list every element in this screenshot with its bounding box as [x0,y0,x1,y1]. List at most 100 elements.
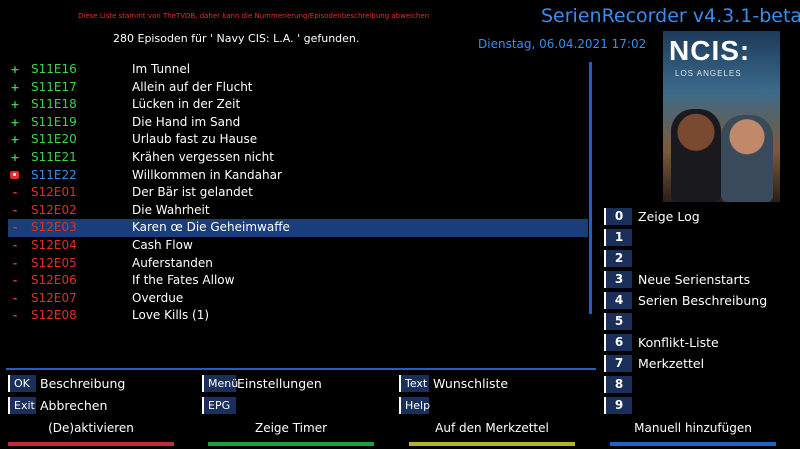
missing-marker-icon: - [12,291,18,305]
episode-code: S11E16 [31,62,77,76]
abbrechen-label: Abbrechen [40,398,108,413]
help-key-button[interactable]: Help [399,397,430,414]
episode-code: S12E01 [31,185,77,200]
recorded-marker-icon: + [10,133,20,147]
blue-button-bar [610,442,776,446]
episode-title: If the Fates Allow [132,273,235,288]
episode-code: S12E03 [31,220,77,235]
key-8-button[interactable]: 8 [604,376,632,393]
episode-title: Cash Flow [132,238,193,252]
episode-list[interactable]: + S11E16 Im Tunnel + S11E17 Allein auf d… [8,60,588,330]
footer-divider [6,368,596,370]
episode-code: S11E22 [31,167,77,182]
episode-title: Allein auf der Flucht [132,79,253,94]
poster-subtitle: LOS ANGELES [675,69,742,78]
episode-code: S12E06 [31,273,77,288]
episode-row[interactable]: - S12E01 Der Bär ist gelandet [8,184,588,202]
episode-row[interactable]: + S11E18 Lücken in der Zeit [8,96,588,114]
key-9-button[interactable]: 9 [604,397,632,414]
episode-title: Krähen vergessen nicht [132,150,274,164]
blue-button[interactable]: Manuell hinzufügen [610,420,776,436]
episode-title: Der Bär ist gelandet [132,185,253,200]
recorded-marker-icon: + [10,98,20,112]
green-button[interactable]: Zeige Timer [208,420,374,436]
episode-row-selected[interactable]: - S12E03 Karen œ Die Geheimwaffe [8,219,588,237]
key-2-button[interactable]: 2 [604,250,632,267]
episode-title: Love Kills (1) [132,308,210,323]
date-time: Dienstag, 06.04.2021 17:02 [478,37,647,51]
key-7-button[interactable]: 7 [604,355,632,372]
episode-title: Die Wahrheit [132,202,210,217]
ok-key-button[interactable]: OK [8,375,36,392]
beschreibung-label: Beschreibung [40,376,126,391]
key-5-button[interactable]: 5 [604,313,632,330]
episode-row[interactable]: - S12E04 Cash Flow [8,237,588,255]
exit-key-button[interactable]: Exit [8,397,36,414]
red-button-bar [8,442,174,446]
episode-title: Urlaub fast zu Hause [132,132,258,147]
episode-row[interactable]: + S11E20 Urlaub fast zu Hause [8,131,588,149]
missing-marker-icon: - [12,256,18,270]
episode-row[interactable]: - S12E08 Love Kills (1) [8,307,588,325]
missing-marker-icon: - [12,186,18,200]
zeige-log-label: Zeige Log [638,209,700,224]
key-1-button[interactable]: 1 [604,229,632,246]
episode-row[interactable]: S11E22 Willkommen in Kandahar [8,167,588,185]
missing-marker-icon: - [12,274,18,288]
serien-beschreibung-label: Serien Beschreibung [638,293,768,308]
key-0-button[interactable]: 0 [604,208,632,225]
episode-title: Karen œ Die Geheimwaffe [132,220,290,235]
yellow-button[interactable]: Auf den Merkzettel [409,420,575,436]
key-4-button[interactable]: 4 [604,292,632,309]
missing-marker-icon: - [12,309,18,323]
episode-title: Auferstanden [132,255,213,270]
episode-code: S11E18 [31,97,77,112]
episode-count: 280 Episoden für ' Navy CIS: L.A. ' gefu… [113,32,360,45]
episode-row[interactable]: - S12E07 Overdue [8,290,588,308]
recorded-marker-icon: + [10,63,20,76]
episode-title: Overdue [132,290,184,305]
green-button-bar [208,442,374,446]
merkzettel-label: Merkzettel [638,356,705,371]
episode-code: S11E21 [31,150,77,164]
missing-marker-icon: - [12,221,18,235]
missing-marker-icon: - [12,239,18,252]
episode-code: S11E20 [31,132,77,147]
wunschliste-label: Wunschliste [433,376,509,391]
poster-title: NCIS: [669,35,751,66]
episode-code: S12E07 [31,290,77,305]
episode-row[interactable]: - S12E06 If the Fates Allow [8,272,588,290]
timer-record-icon [10,170,19,179]
text-key-button[interactable]: Text [399,375,429,392]
episode-title: Lücken in der Zeit [132,97,241,112]
poster-actor-right [721,115,773,202]
episode-row[interactable]: - S12E02 Die Wahrheit [8,202,588,220]
episode-code: S12E05 [31,255,77,270]
episode-row[interactable]: + S11E16 Im Tunnel [8,61,588,79]
app-title: SerienRecorder v4.3.1-beta [541,5,800,27]
menu-key-button[interactable]: Menü [202,375,238,392]
episode-row[interactable]: + S11E19 Die Hand im Sand [8,114,588,132]
yellow-button-bar [409,442,575,446]
recorded-marker-icon: + [10,80,20,94]
list-scrollbar[interactable] [589,62,592,314]
recorded-marker-icon: + [10,151,20,164]
red-button[interactable]: (De)aktivieren [8,420,174,436]
key-6-button[interactable]: 6 [604,334,632,351]
episode-title: Die Hand im Sand [132,114,241,129]
missing-marker-icon: - [12,203,18,217]
poster-actor-left [671,109,721,202]
episode-code: S12E08 [31,308,77,323]
episode-title: Willkommen in Kandahar [132,167,282,182]
source-notice: Diese Liste stammt von TheTVDB, daher ka… [78,12,430,20]
konflikt-liste-label: Konflikt-Liste [638,335,719,350]
einstellungen-label: Einstellungen [237,376,322,391]
recorded-marker-icon: + [10,115,20,129]
key-3-button[interactable]: 3 [604,271,632,288]
episode-row[interactable]: + S11E21 Krähen vergessen nicht [8,149,588,167]
epg-key-button[interactable]: EPG [202,397,236,414]
episode-row[interactable]: - S12E05 Auferstanden [8,255,588,273]
episode-row[interactable]: + S11E17 Allein auf der Flucht [8,79,588,97]
episode-code: S11E19 [31,114,77,129]
series-poster: NCIS: LOS ANGELES [663,31,780,202]
